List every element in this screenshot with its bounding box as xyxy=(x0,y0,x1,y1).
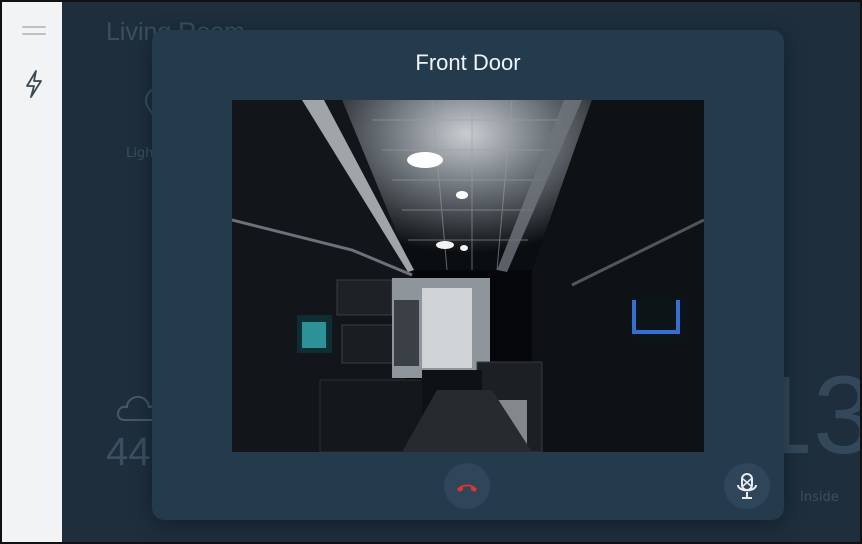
end-call-button[interactable] xyxy=(444,463,490,509)
inside-label: Inside xyxy=(800,490,839,505)
app-window: Living Room Lights 44° 13 Inside Front D… xyxy=(0,0,862,544)
lightning-bolt-icon[interactable] xyxy=(20,68,48,100)
hamburger-menu-icon[interactable] xyxy=(22,26,46,40)
doorbell-call-dialog: Front Door xyxy=(152,30,784,520)
camera-video-feed xyxy=(232,100,704,452)
sidebar xyxy=(2,2,62,542)
phone-hangup-icon xyxy=(444,463,490,509)
microphone-muted-icon xyxy=(724,463,770,509)
dialog-title: Front Door xyxy=(415,50,521,75)
mute-microphone-button[interactable] xyxy=(724,463,770,509)
